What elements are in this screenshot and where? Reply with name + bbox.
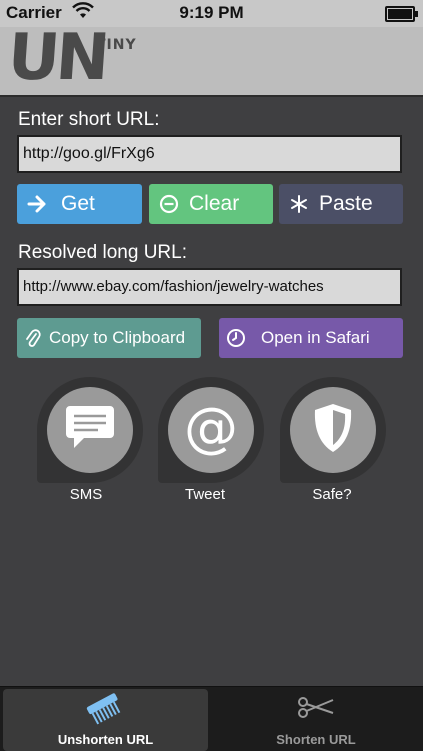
shield-icon: [311, 402, 355, 459]
tweet-label: Tweet: [184, 486, 226, 503]
tab-unshorten-label: Unshorten URL: [57, 732, 154, 747]
battery-icon: [385, 6, 418, 22]
copy-button-label: Copy to Clipboard: [49, 328, 186, 347]
tab-unshorten-url[interactable]: Unshorten URL: [3, 689, 208, 751]
short-url-input[interactable]: http://goo.gl/FrXg6: [17, 135, 402, 173]
tab-shorten-label: Shorten URL: [276, 732, 356, 747]
sms-button[interactable]: [37, 377, 143, 483]
scissors-icon: [296, 693, 336, 726]
get-button-label: Get: [61, 192, 95, 215]
tweet-button[interactable]: @: [158, 377, 264, 483]
sms-label: SMS: [69, 486, 103, 503]
clock-icon: [219, 328, 253, 348]
arrow-right-icon: [17, 195, 57, 213]
snowflake-icon: [279, 194, 319, 214]
safe-check-button[interactable]: [280, 377, 386, 483]
clock: 9:19 PM: [179, 3, 244, 22]
short-url-label: Enter short URL:: [18, 109, 160, 130]
safe-label: Safe?: [312, 486, 352, 503]
tab-bar: Unshorten URL Shorten URL: [0, 686, 423, 751]
clear-button[interactable]: Clear: [149, 184, 273, 224]
open-in-safari-button[interactable]: Open in Safari: [219, 318, 403, 358]
paste-button-label: Paste: [319, 192, 373, 215]
logo: UN: [5, 21, 109, 95]
long-url-label: Resolved long URL:: [18, 242, 187, 263]
paperclip-icon: [17, 328, 49, 348]
get-button[interactable]: Get: [17, 184, 142, 224]
minus-circle-icon: [149, 194, 189, 214]
copy-to-clipboard-button[interactable]: Copy to Clipboard: [17, 318, 201, 358]
logo-subtitle: TINY: [96, 37, 137, 53]
paste-button[interactable]: Paste: [279, 184, 403, 224]
tab-shorten-url[interactable]: Shorten URL: [212, 689, 420, 751]
svg-text:@: @: [184, 400, 238, 456]
comb-icon: [85, 693, 125, 730]
clear-button-label: Clear: [189, 192, 240, 215]
app-header: UN TINY: [0, 21, 423, 97]
long-url-field[interactable]: http://www.ebay.com/fashion/jewelry-watc…: [17, 268, 402, 306]
safari-button-label: Open in Safari: [261, 328, 370, 347]
speech-bubble-icon: [64, 404, 116, 457]
at-sign-icon: @: [183, 396, 239, 461]
